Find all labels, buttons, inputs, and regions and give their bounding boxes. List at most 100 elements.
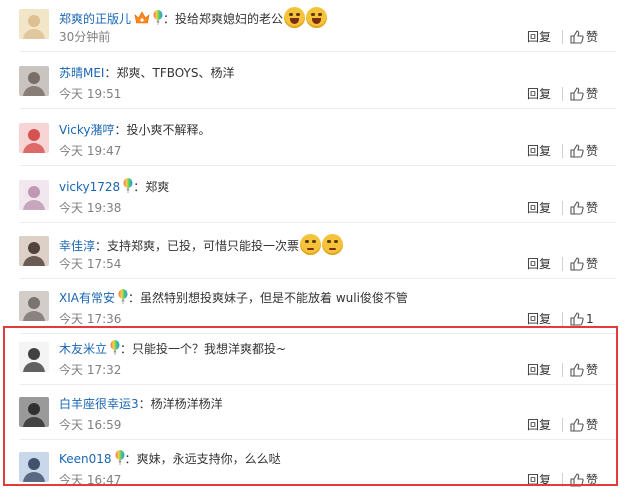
comment-item: 木友米立 ：只能投一个？我想洋爽都投~ 今天 17:32 回复 赞: [0, 333, 630, 390]
comment-time: 今天 19:51: [59, 87, 122, 101]
comment-body: 郑爽的正版儿 ：投给郑爽媳妇的老公: [59, 7, 328, 28]
comment-body: Vicky潴哼：投小爽不解释。: [59, 121, 211, 139]
like-button[interactable]: 赞: [570, 255, 598, 273]
comment-text: 郑爽、TFBOYS、杨洋: [116, 66, 235, 80]
row-divider: [20, 222, 616, 223]
thumbs-up-icon: [570, 87, 586, 101]
like-label: 赞: [586, 30, 599, 44]
like-label: 赞: [586, 144, 599, 158]
comment-item: Keen018 ：爽妹，永远支持你，么么哒 今天 16:47 回复 赞: [0, 443, 630, 500]
reply-button[interactable]: 回复: [527, 142, 551, 160]
separator: ：: [163, 12, 176, 26]
laugh-emoji-icon: [284, 7, 306, 28]
username-link[interactable]: Keen018: [59, 452, 112, 466]
comment-time: 今天 17:54: [59, 257, 122, 271]
comment-body: vicky1728 ：郑爽: [59, 178, 169, 196]
like-label: 赞: [586, 257, 599, 271]
row-divider: [20, 439, 616, 440]
avatar[interactable]: [19, 9, 49, 39]
row-divider: [20, 384, 616, 385]
thumbs-up-icon: [570, 201, 586, 215]
comment-text: 郑爽: [145, 180, 170, 194]
separator: ：: [114, 123, 127, 137]
comment-item: 苏晴MEI：郑爽、TFBOYS、杨洋今天 19:51 回复 赞: [0, 57, 630, 114]
like-button[interactable]: 赞: [570, 199, 598, 217]
comment-time: 今天 17:36: [59, 312, 122, 326]
action-divider: [562, 257, 563, 271]
username-link[interactable]: XIA有常安: [59, 291, 115, 305]
laugh-emoji-icon: [306, 7, 328, 28]
thumbs-up-icon: [570, 418, 586, 432]
avatar[interactable]: [19, 291, 49, 321]
avatar[interactable]: [19, 236, 49, 266]
separator: ：: [124, 452, 137, 466]
comment-body: 苏晴MEI：郑爽、TFBOYS、杨洋: [59, 64, 235, 82]
comment-text: 投给郑爽媳妇的老公: [175, 12, 284, 26]
comment-item: 幸佳淳：支持郑爽，已投，可惜只能投一次票 今天 17:54 回复 赞: [0, 227, 630, 284]
like-button[interactable]: 1: [570, 310, 594, 328]
row-divider: [20, 51, 616, 52]
reply-button[interactable]: 回复: [527, 310, 551, 328]
thumbs-up-icon: [570, 30, 586, 44]
row-divider: [20, 165, 616, 166]
like-button[interactable]: 赞: [570, 142, 598, 160]
like-count: 1: [586, 312, 594, 326]
comment-time: 今天 19:47: [59, 144, 122, 158]
username-link[interactable]: 苏晴MEI: [59, 66, 104, 80]
like-button[interactable]: 赞: [570, 28, 598, 46]
thumbs-up-icon: [570, 257, 586, 271]
like-button[interactable]: 赞: [570, 416, 598, 434]
avatar[interactable]: [19, 342, 49, 372]
like-label: 赞: [586, 418, 599, 432]
action-divider: [562, 87, 563, 101]
like-label: 赞: [586, 201, 599, 215]
separator: ：: [95, 239, 108, 253]
action-divider: [562, 418, 563, 432]
row-divider: [20, 108, 616, 109]
avatar[interactable]: [19, 66, 49, 96]
rainbow-balloon-icon: [123, 178, 133, 198]
avatar[interactable]: [19, 452, 49, 482]
rainbow-balloon-icon: [118, 289, 128, 309]
comment-text: 爽妹，永远支持你，么么哒: [136, 452, 281, 466]
avatar[interactable]: [19, 180, 49, 210]
comment-text: 投小爽不解释。: [126, 123, 211, 137]
action-divider: [562, 312, 563, 326]
avatar[interactable]: [19, 397, 49, 427]
thumbs-up-icon: [570, 144, 586, 158]
comment-time: 今天 16:47: [59, 473, 122, 487]
like-button[interactable]: 赞: [570, 85, 598, 103]
reply-button[interactable]: 回复: [527, 471, 551, 489]
comment-time: 今天 19:38: [59, 201, 122, 215]
comment-time: 30分钟前: [59, 30, 111, 44]
action-divider: [562, 144, 563, 158]
row-divider: [20, 278, 616, 279]
username-link[interactable]: Vicky潴哼: [59, 123, 115, 137]
reply-button[interactable]: 回复: [527, 85, 551, 103]
like-button[interactable]: 赞: [570, 471, 598, 489]
avatar[interactable]: [19, 123, 49, 153]
rainbow-balloon-icon: [115, 450, 125, 470]
reply-button[interactable]: 回复: [527, 416, 551, 434]
action-divider: [562, 473, 563, 487]
vip-crown-icon: [134, 11, 150, 30]
username-link[interactable]: 白羊座很幸运3: [59, 397, 139, 411]
like-label: 赞: [586, 87, 599, 101]
action-divider: [562, 201, 563, 215]
separator: ：: [104, 66, 117, 80]
separator: ：: [120, 342, 133, 356]
like-button[interactable]: 赞: [570, 361, 598, 379]
reply-button[interactable]: 回复: [527, 255, 551, 273]
reply-button[interactable]: 回复: [527, 28, 551, 46]
reply-button[interactable]: 回复: [527, 361, 551, 379]
comment-time: 今天 16:59: [59, 418, 122, 432]
username-link[interactable]: 郑爽的正版儿: [59, 12, 131, 26]
username-link[interactable]: 幸佳淳: [59, 239, 95, 253]
comment-body: 木友米立 ：只能投一个？我想洋爽都投~: [59, 340, 286, 358]
rainbow-balloon-icon: [153, 10, 163, 30]
username-link[interactable]: vicky1728: [59, 180, 120, 194]
like-label: 赞: [586, 363, 599, 377]
comment-item: Vicky潴哼：投小爽不解释。 今天 19:47 回复 赞: [0, 114, 630, 171]
reply-button[interactable]: 回复: [527, 199, 551, 217]
username-link[interactable]: 木友米立: [59, 342, 107, 356]
